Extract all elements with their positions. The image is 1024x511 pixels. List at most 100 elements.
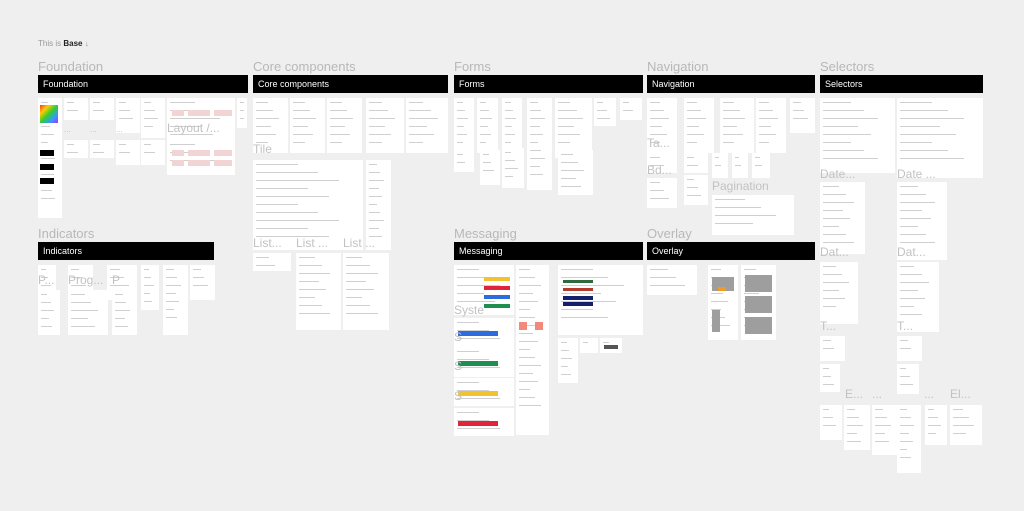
component-frame[interactable] — [68, 290, 108, 335]
section-label-selectors[interactable]: Selectors — [820, 60, 874, 73]
component-frame[interactable] — [253, 253, 291, 271]
frame-label[interactable]: E... — [845, 388, 863, 400]
frame-label[interactable]: S — [454, 331, 462, 343]
component-frame[interactable] — [820, 262, 858, 324]
component-frame[interactable] — [897, 405, 921, 473]
component-frame[interactable] — [844, 405, 870, 450]
component-frame[interactable] — [712, 153, 728, 178]
component-frame[interactable] — [327, 98, 362, 153]
component-frame[interactable] — [580, 338, 598, 353]
component-frame[interactable] — [64, 140, 88, 158]
component-frame[interactable] — [116, 140, 140, 165]
frame-label[interactable]: Tile — [253, 143, 272, 155]
component-frame[interactable] — [594, 98, 616, 126]
frame-header-navigation[interactable]: Navigation — [647, 75, 815, 93]
component-frame[interactable] — [343, 253, 389, 330]
component-frame[interactable] — [925, 405, 947, 445]
component-frame[interactable] — [454, 98, 474, 153]
component-frame[interactable] — [527, 98, 552, 190]
frame-label[interactable]: S — [454, 360, 462, 372]
frame-label[interactable]: ... — [116, 126, 123, 134]
frame-label[interactable]: ... — [924, 388, 934, 400]
component-frame[interactable] — [820, 405, 842, 440]
component-frame[interactable] — [684, 153, 708, 173]
component-frame[interactable] — [141, 265, 159, 310]
component-frame[interactable] — [620, 98, 642, 120]
frame-label[interactable]: Dat... — [820, 246, 849, 258]
component-frame[interactable] — [480, 150, 500, 185]
section-label-messaging[interactable]: Messaging — [454, 227, 517, 240]
component-frame[interactable] — [872, 405, 898, 455]
frame-label[interactable]: S — [454, 390, 462, 402]
section-label-core-components[interactable]: Core components — [253, 60, 356, 73]
component-frame[interactable] — [90, 98, 114, 120]
frame-header-forms[interactable]: Forms — [454, 75, 643, 93]
frame-label[interactable]: List ... — [343, 237, 375, 249]
component-frame[interactable] — [950, 405, 982, 445]
component-frame[interactable] — [752, 153, 770, 178]
frame-header-core-components[interactable]: Core components — [253, 75, 448, 93]
component-frame[interactable] — [190, 265, 215, 300]
component-frame[interactable] — [555, 98, 592, 158]
frame-label[interactable]: List ... — [296, 237, 328, 249]
frame-label[interactable]: Date ... — [897, 168, 936, 180]
frame-label[interactable]: T... — [897, 320, 913, 332]
frame-label[interactable]: Syste — [454, 304, 484, 316]
component-frame[interactable] — [167, 140, 235, 175]
component-frame[interactable] — [897, 98, 983, 178]
component-frame[interactable] — [558, 265, 643, 335]
component-frame[interactable] — [684, 175, 708, 205]
component-frame[interactable] — [820, 364, 840, 392]
frame-label[interactable]: Date... — [820, 168, 855, 180]
component-frame[interactable] — [820, 182, 865, 254]
frame-header-indicators[interactable]: Indicators — [38, 242, 214, 260]
component-frame[interactable] — [516, 265, 549, 435]
component-frame[interactable] — [296, 253, 341, 330]
frame-label[interactable]: ... — [872, 388, 882, 400]
frame-label[interactable]: P... — [38, 274, 54, 286]
component-frame[interactable] — [237, 98, 247, 128]
component-frame[interactable] — [558, 150, 593, 195]
frame-label[interactable]: ... — [90, 126, 97, 134]
component-frame[interactable] — [64, 98, 88, 120]
component-frame[interactable] — [790, 98, 815, 133]
frame-label[interactable]: Ta... — [647, 137, 670, 149]
section-label-navigation[interactable]: Navigation — [647, 60, 708, 73]
component-frame[interactable] — [112, 290, 137, 335]
component-frame[interactable] — [366, 98, 404, 153]
frame-header-selectors[interactable]: Selectors — [820, 75, 983, 93]
frame-label[interactable]: Prog... — [68, 274, 103, 286]
frame-label[interactable]: T... — [820, 320, 836, 332]
frame-header-messaging[interactable]: Messaging — [454, 242, 643, 260]
section-label-foundation[interactable]: Foundation — [38, 60, 103, 73]
component-frame[interactable] — [820, 336, 845, 361]
component-frame[interactable] — [406, 98, 448, 153]
section-label-overlay[interactable]: Overlay — [647, 227, 692, 240]
section-label-indicators[interactable]: Indicators — [38, 227, 94, 240]
component-frame[interactable] — [38, 290, 60, 335]
component-frame[interactable] — [732, 153, 748, 178]
component-frame[interactable] — [897, 364, 919, 394]
component-frame[interactable] — [820, 98, 895, 173]
frame-label[interactable]: ... — [64, 126, 71, 134]
component-frame[interactable] — [141, 140, 165, 165]
component-frame[interactable] — [647, 178, 677, 208]
component-frame[interactable] — [756, 98, 786, 153]
frame-label[interactable]: Dat... — [897, 246, 926, 258]
component-frame[interactable] — [897, 336, 922, 361]
component-frame[interactable] — [558, 338, 578, 383]
component-frame[interactable] — [454, 150, 474, 172]
component-frame[interactable] — [290, 98, 325, 153]
section-label-forms[interactable]: Forms — [454, 60, 491, 73]
component-frame[interactable] — [163, 265, 188, 335]
frame-header-overlay[interactable]: Overlay — [647, 242, 815, 260]
component-frame[interactable] — [720, 98, 754, 153]
component-frame[interactable] — [502, 148, 524, 188]
component-frame[interactable] — [502, 98, 522, 153]
component-frame[interactable] — [647, 265, 697, 295]
frame-label[interactable]: List... — [253, 237, 282, 249]
frame-header-foundation[interactable]: Foundation — [38, 75, 248, 93]
frame-label[interactable]: El... — [950, 388, 971, 400]
component-frame[interactable] — [477, 98, 498, 153]
frame-label[interactable]: Pagination — [712, 180, 769, 192]
